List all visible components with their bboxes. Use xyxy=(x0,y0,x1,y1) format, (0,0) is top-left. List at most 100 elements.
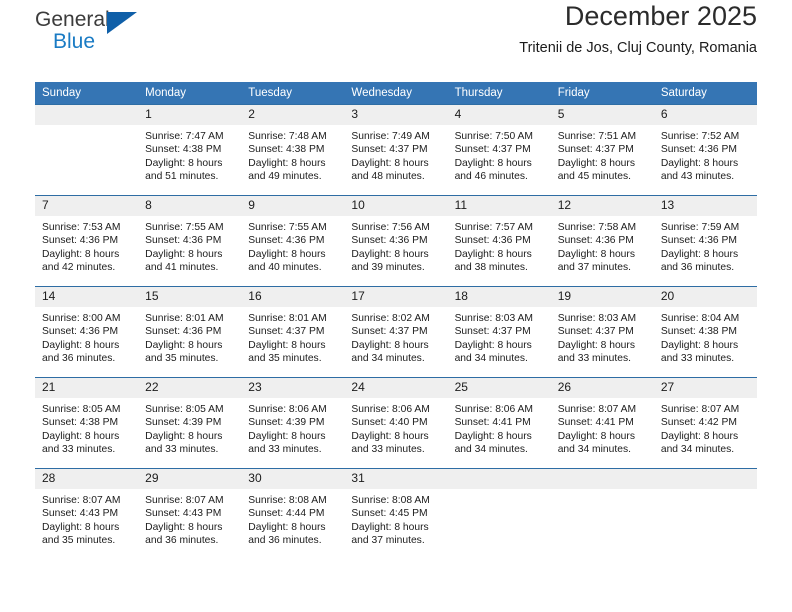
daylight-text-cont: and 33 minutes. xyxy=(351,444,425,456)
calendar-day-cell[interactable]: 24 Sunrise: 8:06 AM Sunset: 4:40 PM Dayligh… xyxy=(344,377,448,469)
daylight-text-cont: and 34 minutes. xyxy=(454,353,528,365)
daylight-text-cont: and 35 minutes. xyxy=(248,353,322,365)
daylight-text-cont: and 42 minutes. xyxy=(42,262,116,274)
daylight-text: Daylight: 8 hours xyxy=(454,430,532,442)
weekday-header-saturday: Saturday xyxy=(653,82,757,105)
sunset-text: Sunset: 4:38 PM xyxy=(42,417,119,429)
calendar-day-cell[interactable]: 10 Sunrise: 7:56 AM Sunset: 4:36 PM Dayligh… xyxy=(344,195,448,287)
calendar-day-cell[interactable]: 31 Sunrise: 8:08 AM Sunset: 4:45 PM Dayligh… xyxy=(344,468,448,559)
daylight-text: Daylight: 8 hours xyxy=(248,339,326,351)
day-number: 26 xyxy=(550,378,654,398)
calendar-day-cell[interactable]: 6 Sunrise: 7:52 AM Sunset: 4:36 PM Daylight… xyxy=(653,104,757,196)
daylight-text-cont: and 35 minutes. xyxy=(145,353,219,365)
calendar-day-cell[interactable]: 26 Sunrise: 8:07 AM Sunset: 4:41 PM Dayligh… xyxy=(550,377,654,469)
calendar-day-cell[interactable]: 4 Sunrise: 7:50 AM Sunset: 4:37 PM Daylight… xyxy=(447,104,551,196)
calendar-day-cell[interactable]: 30 Sunrise: 8:08 AM Sunset: 4:44 PM Dayligh… xyxy=(241,468,345,559)
sunrise-text: Sunrise: 7:59 AM xyxy=(660,222,740,233)
day-details: Sunrise: 8:03 AM Sunset: 4:37 PM Daylight:… xyxy=(551,307,654,366)
day-details: Sunrise: 8:04 AM Sunset: 4:38 PM Daylight:… xyxy=(654,307,757,366)
sunrise-text: Sunrise: 8:05 AM xyxy=(42,404,121,415)
sunrise-text: Sunrise: 8:07 AM xyxy=(557,404,637,415)
calendar-day-cell[interactable]: 22 Sunrise: 8:05 AM Sunset: 4:39 PM Dayligh… xyxy=(138,377,242,469)
sunrise-text: Sunrise: 8:07 AM xyxy=(145,495,224,506)
sunset-text: Sunset: 4:37 PM xyxy=(557,144,634,156)
day-details: Sunrise: 7:55 AM Sunset: 4:36 PM Daylight:… xyxy=(138,216,241,275)
calendar-day-cell[interactable]: 8 Sunrise: 7:55 AM Sunset: 4:36 PM Daylight… xyxy=(138,195,242,287)
calendar-day-cell[interactable]: 1 Sunrise: 7:47 AM Sunset: 4:38 PM Daylight… xyxy=(138,104,242,196)
daylight-text: Daylight: 8 hours xyxy=(351,521,429,533)
sunrise-text: Sunrise: 7:58 AM xyxy=(557,222,637,233)
day-number: 18 xyxy=(447,287,551,307)
day-details: Sunrise: 8:07 AM Sunset: 4:43 PM Daylight:… xyxy=(35,489,138,548)
calendar-day-cell[interactable]: 14 Sunrise: 8:00 AM Sunset: 4:36 PM Dayligh… xyxy=(35,286,139,378)
sunrise-text: Sunrise: 7:51 AM xyxy=(557,131,637,142)
day-number: 2 xyxy=(241,105,345,125)
calendar-day-cell[interactable]: 5 Sunrise: 7:51 AM Sunset: 4:37 PM Daylight… xyxy=(550,104,654,196)
calendar-day-cell[interactable]: 29 Sunrise: 8:07 AM Sunset: 4:43 PM Dayligh… xyxy=(138,468,242,559)
sunset-text: Sunset: 4:37 PM xyxy=(454,326,531,338)
sunrise-text: Sunrise: 8:08 AM xyxy=(248,495,327,506)
sunset-text: Sunset: 4:44 PM xyxy=(248,508,325,520)
day-number: 27 xyxy=(653,378,757,398)
day-number: 25 xyxy=(447,378,551,398)
calendar-day-cell[interactable]: 17 Sunrise: 8:02 AM Sunset: 4:37 PM Dayligh… xyxy=(344,286,448,378)
sunset-text: Sunset: 4:37 PM xyxy=(454,144,531,156)
daylight-text: Daylight: 8 hours xyxy=(454,248,532,260)
calendar-day-cell[interactable]: 28 Sunrise: 8:07 AM Sunset: 4:43 PM Dayligh… xyxy=(35,468,139,559)
calendar-day-cell[interactable]: 12 Sunrise: 7:58 AM Sunset: 4:36 PM Dayligh… xyxy=(550,195,654,287)
sunrise-text: Sunrise: 8:03 AM xyxy=(557,313,637,324)
weekday-header-monday: Monday xyxy=(138,82,242,105)
sunset-text: Sunset: 4:43 PM xyxy=(42,508,119,520)
calendar-day-cell[interactable]: 16 Sunrise: 8:01 AM Sunset: 4:37 PM Dayligh… xyxy=(241,286,345,378)
calendar-day-cell[interactable]: 21 Sunrise: 8:05 AM Sunset: 4:38 PM Dayligh… xyxy=(35,377,139,469)
daylight-text-cont: and 46 minutes. xyxy=(454,171,528,183)
calendar-day-cell[interactable]: 2 Sunrise: 7:48 AM Sunset: 4:38 PM Daylight… xyxy=(241,104,345,196)
calendar-day-cell[interactable]: 15 Sunrise: 8:01 AM Sunset: 4:36 PM Dayligh… xyxy=(138,286,242,378)
sunset-text: Sunset: 4:38 PM xyxy=(145,144,222,156)
sunrise-text: Sunrise: 7:56 AM xyxy=(351,222,430,233)
sunset-text: Sunset: 4:38 PM xyxy=(248,144,325,156)
calendar-day-cell[interactable]: 9 Sunrise: 7:55 AM Sunset: 4:36 PM Daylight… xyxy=(241,195,345,287)
weekday-header-wednesday: Wednesday xyxy=(344,82,448,105)
day-number: 22 xyxy=(138,378,242,398)
sunrise-text: Sunrise: 8:04 AM xyxy=(660,313,740,324)
calendar-day-cell[interactable]: 18 Sunrise: 8:03 AM Sunset: 4:37 PM Dayligh… xyxy=(447,286,551,378)
sunset-text: Sunset: 4:36 PM xyxy=(248,235,325,247)
day-number: 13 xyxy=(653,196,757,216)
sunset-text: Sunset: 4:38 PM xyxy=(660,326,737,338)
calendar-day-cell[interactable]: 19 Sunrise: 8:03 AM Sunset: 4:37 PM Dayligh… xyxy=(550,286,654,378)
logo-triangle-icon xyxy=(107,12,137,34)
calendar-day-cell[interactable]: 25 Sunrise: 8:06 AM Sunset: 4:41 PM Dayligh… xyxy=(447,377,551,469)
daylight-text: Daylight: 8 hours xyxy=(351,339,429,351)
sunset-text: Sunset: 4:39 PM xyxy=(145,417,222,429)
daylight-text-cont: and 33 minutes. xyxy=(42,444,116,456)
calendar-day-cell[interactable]: 7 Sunrise: 7:53 AM Sunset: 4:36 PM Daylight… xyxy=(35,195,139,287)
daylight-text: Daylight: 8 hours xyxy=(42,430,120,442)
calendar-day-cell[interactable]: 3 Sunrise: 7:49 AM Sunset: 4:37 PM Daylight… xyxy=(344,104,448,196)
daylight-text: Daylight: 8 hours xyxy=(248,157,326,169)
weekday-header-friday: Friday xyxy=(550,82,654,105)
day-number xyxy=(653,469,757,489)
daylight-text-cont: and 37 minutes. xyxy=(557,262,631,274)
sunrise-text: Sunrise: 8:01 AM xyxy=(248,313,327,324)
day-number: 12 xyxy=(550,196,654,216)
calendar-day-cell[interactable]: 11 Sunrise: 7:57 AM Sunset: 4:36 PM Dayligh… xyxy=(447,195,551,287)
day-number: 14 xyxy=(35,287,139,307)
daylight-text-cont: and 36 minutes. xyxy=(660,262,735,274)
calendar-day-cell[interactable]: 23 Sunrise: 8:06 AM Sunset: 4:39 PM Dayligh… xyxy=(241,377,345,469)
calendar-day-cell[interactable]: 13 Sunrise: 7:59 AM Sunset: 4:36 PM Dayligh… xyxy=(653,195,757,287)
calendar-day-cell[interactable]: 27 Sunrise: 8:07 AM Sunset: 4:42 PM Dayligh… xyxy=(653,377,757,469)
calendar-day-cell[interactable]: 20 Sunrise: 8:04 AM Sunset: 4:38 PM Dayligh… xyxy=(653,286,757,378)
daylight-text: Daylight: 8 hours xyxy=(145,521,223,533)
day-details: Sunrise: 8:05 AM Sunset: 4:38 PM Daylight:… xyxy=(35,398,138,457)
day-number xyxy=(35,105,139,125)
daylight-text-cont: and 33 minutes. xyxy=(248,444,322,456)
daylight-text-cont: and 36 minutes. xyxy=(145,535,219,547)
day-number: 20 xyxy=(653,287,757,307)
general-blue-logo[interactable]: General Blue xyxy=(35,9,155,57)
sunrise-text: Sunrise: 7:48 AM xyxy=(248,131,327,142)
sunset-text: Sunset: 4:36 PM xyxy=(145,235,222,247)
calendar-week-row: 7 Sunrise: 7:53 AM Sunset: 4:36 PM Daylight… xyxy=(35,195,757,287)
daylight-text-cont: and 39 minutes. xyxy=(351,262,425,274)
sunset-text: Sunset: 4:42 PM xyxy=(660,417,737,429)
